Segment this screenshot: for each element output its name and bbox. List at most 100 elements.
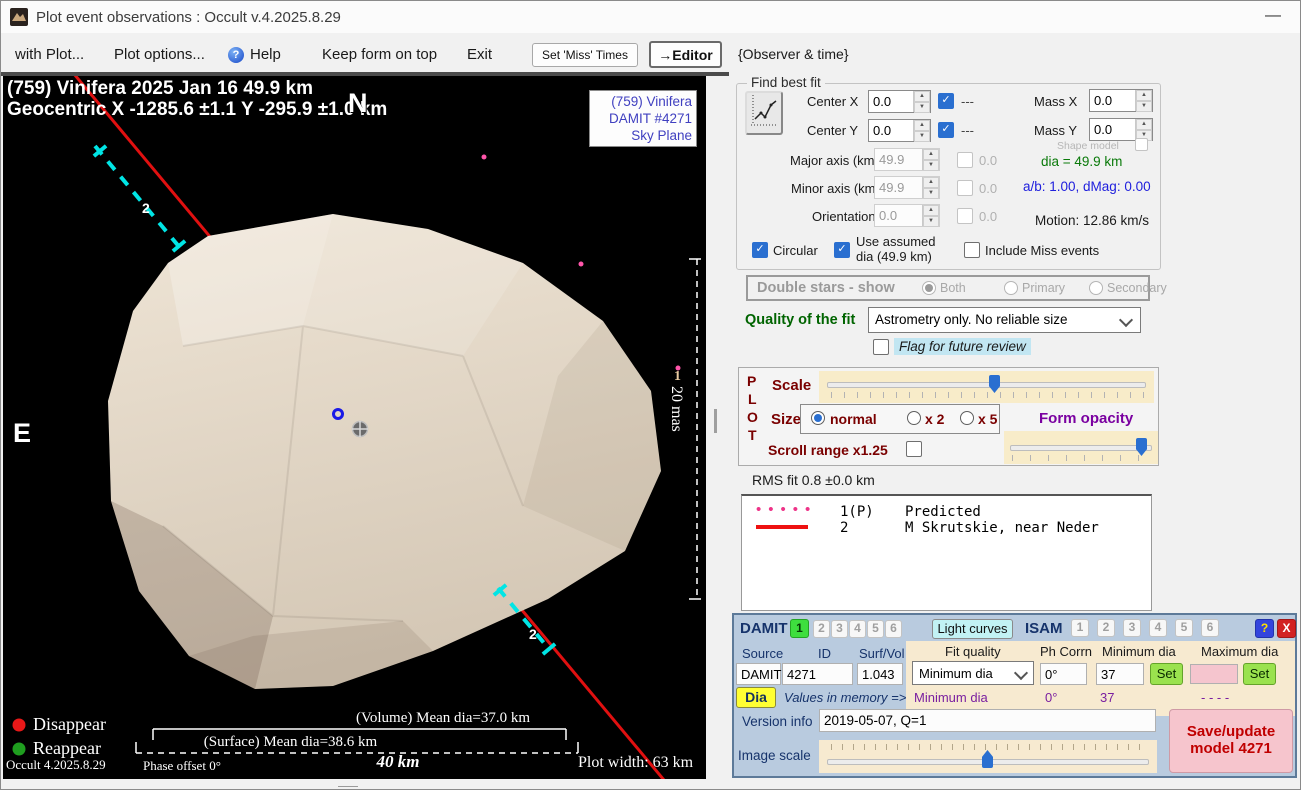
damit-model-3-button[interactable]: 3 [831,620,848,638]
opacity-slider[interactable] [1004,431,1158,464]
major-axis-checkbox[interactable] [957,152,973,168]
image-scale-slider[interactable] [819,740,1157,773]
damit-close-button[interactable]: X [1277,619,1296,638]
damit-model-2-button[interactable]: 2 [813,620,830,638]
orientation-spinner[interactable]: 0.0 ▲▼ [874,204,940,227]
radio-both[interactable] [922,281,936,295]
scale-slider-track[interactable] [827,382,1146,388]
editor-button[interactable]: →Editor [649,41,722,68]
memory-ph-corrn: 0° [1045,690,1057,705]
opacity-slider-thumb[interactable] [1136,438,1147,456]
minor-axis-value: 0.0 [979,181,997,196]
spin-down-icon[interactable]: ▼ [914,102,930,113]
surface-bracket-label: (Surface) Mean dia=38.6 km [178,734,403,751]
spin-up-icon[interactable]: ▲ [1136,90,1152,101]
center-y-spinner[interactable]: 0.0 ▲▼ [868,119,931,142]
resize-grip[interactable] [338,785,358,790]
isam-model-5-button[interactable]: 5 [1175,619,1193,637]
menu-plot-options[interactable]: Plot options... [114,46,205,63]
info-line-3: Sky Plane [594,127,692,144]
damit-model-4-button[interactable]: 4 [849,620,866,638]
orientation-checkbox[interactable] [957,208,973,224]
major-axis-spinner[interactable]: 49.9 ▲▼ [874,148,940,171]
shape-model-checkbox[interactable] [1135,138,1148,151]
minor-axis-spinner[interactable]: 49.9 ▲▼ [874,176,940,199]
opacity-slider-track[interactable] [1010,445,1152,451]
maximum-dia-field[interactable] [1190,664,1238,684]
minimum-dia-field[interactable]: 37 [1096,663,1144,685]
spin-up-icon[interactable]: ▲ [914,91,930,102]
damit-model-6-button[interactable]: 6 [885,620,902,638]
chevron-down-icon[interactable] [1119,313,1133,327]
minor-axis-checkbox[interactable] [957,180,973,196]
id-field[interactable]: 4271 [782,663,853,685]
scale-slider-thumb[interactable] [989,375,1000,393]
ph-corrn-field[interactable]: 0° [1040,663,1087,685]
radio-secondary[interactable] [1089,281,1103,295]
spin-down-icon[interactable]: ▼ [1136,101,1152,112]
spin-down-icon[interactable]: ▼ [914,131,930,142]
dia-button[interactable]: Dia [736,687,776,708]
circular-checkbox[interactable]: ✓ [752,242,768,258]
radio-size-x5[interactable] [960,411,974,425]
menu-with-plot[interactable]: with Plot... [15,46,84,63]
spin-up-icon[interactable]: ▲ [1136,119,1152,130]
legend-reappear: Reappear [33,738,101,759]
scroll-range-checkbox[interactable] [906,441,922,457]
mass-y-label: Mass Y [1034,123,1077,138]
list-row[interactable]: ••••• 1(P) Predicted [742,504,1151,520]
use-assumed-checkbox[interactable]: ✓ [834,242,850,258]
sky-plane-plot[interactable]: (759) Vinifera 2025 Jan 16 49.9 km Geoce… [3,76,706,779]
damit-model-1-button[interactable]: 1 [790,619,809,638]
mass-x-spinner[interactable]: 0.0 ▲▼ [1089,89,1153,112]
center-x-dash: --- [961,94,974,109]
fit-quality-combobox[interactable]: Minimum dia [912,661,1034,685]
fit-chart-button[interactable] [745,91,783,135]
isam-model-2-button[interactable]: 2 [1097,619,1115,637]
save-update-model-button[interactable]: Save/update model 4271 [1169,709,1293,773]
radio-size-normal[interactable] [811,411,825,425]
isam-model-3-button[interactable]: 3 [1123,619,1141,637]
scale-slider[interactable] [819,371,1154,403]
north-label: N [348,88,368,119]
chevron-down-icon[interactable] [1014,666,1028,680]
minimize-button[interactable]: — [1265,7,1281,25]
quality-combobox[interactable]: Astrometry only. No reliable size [868,307,1141,333]
spin-up-icon[interactable]: ▲ [914,120,930,131]
include-miss-checkbox[interactable] [964,242,980,258]
menu-help[interactable]: Help [250,46,281,63]
isam-model-6-button[interactable]: 6 [1201,619,1219,637]
center-x-checkbox[interactable]: ✓ [938,93,954,109]
flag-review-checkbox[interactable] [873,339,889,355]
plot-header-line2: Geocentric X -1285.6 ±1.1 Y -295.9 ±1.0 … [7,99,387,121]
light-curves-button[interactable]: Light curves [932,619,1013,639]
image-scale-thumb[interactable] [982,750,993,768]
radio-size-normal-label: normal [830,411,877,427]
observer-time-label: {Observer & time} [738,46,849,62]
observation-listbox[interactable]: ••••• 1(P) Predicted 2 M Skrutskie, near… [741,494,1152,611]
isam-model-1-button[interactable]: 1 [1071,619,1089,637]
memory-minimum-dia: 37 [1100,690,1114,705]
version-info-field[interactable]: 2019-05-07, Q=1 [819,709,1156,732]
damit-model-5-button[interactable]: 5 [867,620,884,638]
damit-help-button[interactable]: ? [1255,619,1274,638]
set-miss-times-button[interactable]: Set 'Miss' Times [532,43,638,67]
isam-model-4-button[interactable]: 4 [1149,619,1167,637]
phase-offset-label: Phase offset 0° [143,758,221,774]
find-best-fit-label: Find best fit [747,75,825,90]
reappear-dot-icon [13,743,26,756]
id-header: ID [818,646,831,661]
center-x-spinner[interactable]: 0.0 ▲▼ [868,90,931,113]
radio-size-x2[interactable] [907,411,921,425]
list-row[interactable]: 2 M Skrutskie, near Neder [742,520,1151,536]
center-y-label: Center Y [807,123,858,138]
mas-scale-bracket [689,259,701,599]
plot-splitter-handle[interactable] [714,409,717,433]
center-y-checkbox[interactable]: ✓ [938,122,954,138]
radio-primary[interactable] [1004,281,1018,295]
set-minimum-button[interactable]: Set [1150,663,1183,685]
double-stars-label: Double stars - show [757,280,895,296]
set-maximum-button[interactable]: Set [1243,663,1276,685]
menu-keep-on-top[interactable]: Keep form on top [322,46,437,63]
menu-exit[interactable]: Exit [467,46,492,63]
